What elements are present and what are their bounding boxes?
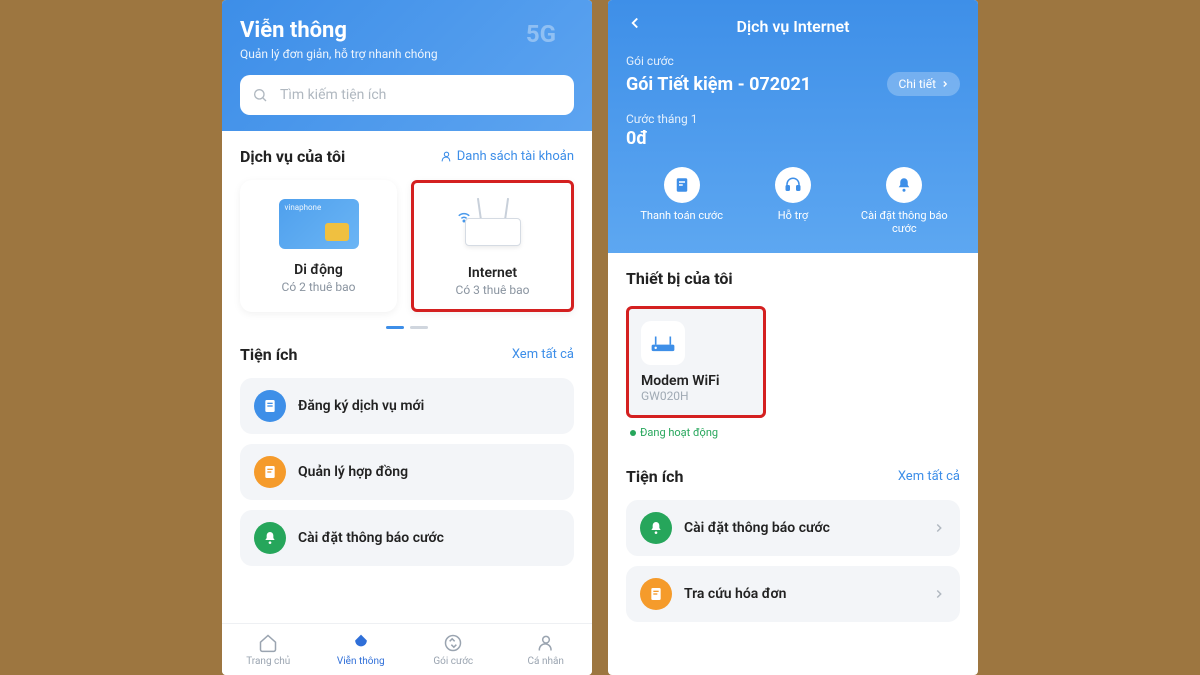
service-card-mobile[interactable]: vinaphone Di động Có 2 thuê bao (240, 180, 397, 312)
utility-invoice-lookup[interactable]: Tra cứu hóa đơn (626, 566, 960, 622)
sim-card-icon: vinaphone (250, 194, 387, 254)
tab-label: Viễn thông (315, 656, 408, 667)
device-model: GW020H (641, 389, 751, 403)
chip-label: Chi tiết (899, 77, 936, 91)
chevron-right-icon (932, 521, 946, 535)
see-all-link[interactable]: Xem tất cả (512, 347, 574, 362)
bell-icon (886, 167, 922, 203)
search-icon (252, 87, 268, 103)
tab-bar: Trang chủ Viễn thông Gói cước Cá nhân (222, 623, 592, 675)
hero-title: Viễn thông (240, 18, 574, 43)
service-card-sub: Có 2 thuê bao (250, 280, 387, 294)
utility-billing-notification[interactable]: Cài đặt thông báo cước (240, 510, 574, 566)
utility-label: Cài đặt thông báo cước (684, 520, 920, 536)
utilities-section-right: Tiện ích Xem tất cả Cài đặt thông báo cư… (608, 451, 978, 632)
document-icon (254, 390, 286, 422)
search-wrap (240, 75, 574, 115)
month-label: Cước tháng 1 (626, 112, 960, 126)
action-payment[interactable]: Thanh toán cước (626, 167, 737, 235)
search-input[interactable] (240, 75, 574, 115)
tab-label: Trang chủ (222, 656, 315, 667)
hero-subtitle: Quản lý đơn giản, hỗ trợ nhanh chóng (240, 47, 574, 61)
device-name: Modem WiFi (641, 373, 751, 389)
utility-register-service[interactable]: Đăng ký dịch vụ mới (240, 378, 574, 434)
person-icon (500, 632, 593, 654)
home-icon (222, 632, 315, 654)
package-label: Gói cước (626, 54, 960, 68)
modem-icon (641, 321, 685, 365)
device-status: Đang hoạt động (630, 426, 978, 439)
user-icon (440, 150, 453, 163)
tab-packages[interactable]: Gói cước (407, 632, 500, 667)
action-label: Cài đặt thông báo cước (849, 209, 960, 235)
service-card-sub: Có 3 thuê bao (424, 283, 561, 297)
hero-banner: 5G Viễn thông Quản lý đơn giản, hỗ trợ n… (222, 0, 592, 131)
devices-section: Thiết bị của tôi (608, 253, 978, 302)
screen-title: Dịch vụ Internet (737, 17, 850, 36)
chevron-right-icon (940, 79, 950, 89)
services-title: Dịch vụ của tôi (240, 147, 345, 166)
device-card-modem[interactable]: Modem WiFi GW020H (626, 306, 766, 418)
package-name: Gói Tiết kiệm - 072021 (626, 74, 811, 95)
utility-label: Cài đặt thông báo cước (298, 530, 560, 546)
service-card-title: Internet (424, 265, 561, 281)
account-list-label: Danh sách tài khoản (457, 149, 574, 164)
utilities-title: Tiện ích (240, 345, 297, 364)
account-list-link[interactable]: Danh sách tài khoản (440, 149, 574, 164)
see-all-link[interactable]: Xem tất cả (898, 469, 960, 484)
internet-header: Dịch vụ Internet Gói cước Gói Tiết kiệm … (608, 0, 978, 253)
utility-billing-notification[interactable]: Cài đặt thông báo cước (626, 500, 960, 556)
headset-icon (775, 167, 811, 203)
bell-icon (254, 522, 286, 554)
utility-label: Tra cứu hóa đơn (684, 586, 920, 602)
action-label: Thanh toán cước (626, 209, 737, 222)
utility-label: Quản lý hợp đồng (298, 464, 560, 480)
hero-5g-tag: 5G (526, 20, 556, 48)
utility-label: Đăng ký dịch vụ mới (298, 398, 560, 414)
bell-icon (640, 512, 672, 544)
utilities-title: Tiện ích (626, 467, 683, 486)
tab-telecom[interactable]: Viễn thông (315, 632, 408, 667)
detail-chip[interactable]: Chi tiết (887, 72, 960, 96)
devices-title: Thiết bị của tôi (626, 269, 733, 288)
action-notifications[interactable]: Cài đặt thông báo cước (849, 167, 960, 235)
chevron-right-icon (932, 587, 946, 601)
invoice-icon (640, 578, 672, 610)
tab-home[interactable]: Trang chủ (222, 632, 315, 667)
back-button[interactable] (626, 14, 644, 32)
contract-icon (254, 456, 286, 488)
action-label: Hỗ trợ (737, 209, 848, 222)
swap-icon (407, 632, 500, 654)
left-screenshot: 5G Viễn thông Quản lý đơn giản, hỗ trợ n… (222, 0, 592, 675)
amount-value: 0đ (626, 128, 960, 149)
service-card-internet[interactable]: Internet Có 3 thuê bao (411, 180, 574, 312)
router-icon (424, 197, 561, 257)
services-section: Dịch vụ của tôi Danh sách tài khoản vina… (222, 131, 592, 329)
tab-label: Cá nhân (500, 656, 593, 667)
tab-profile[interactable]: Cá nhân (500, 632, 593, 667)
utilities-section: Tiện ích Xem tất cả Đăng ký dịch vụ mới … (222, 329, 592, 576)
service-card-title: Di động (250, 262, 387, 278)
pager-dots (240, 312, 574, 329)
right-screenshot: Dịch vụ Internet Gói cước Gói Tiết kiệm … (608, 0, 978, 675)
telecom-icon (315, 632, 408, 654)
tab-label: Gói cước (407, 656, 500, 667)
action-support[interactable]: Hỗ trợ (737, 167, 848, 235)
invoice-icon (664, 167, 700, 203)
utility-manage-contract[interactable]: Quản lý hợp đồng (240, 444, 574, 500)
